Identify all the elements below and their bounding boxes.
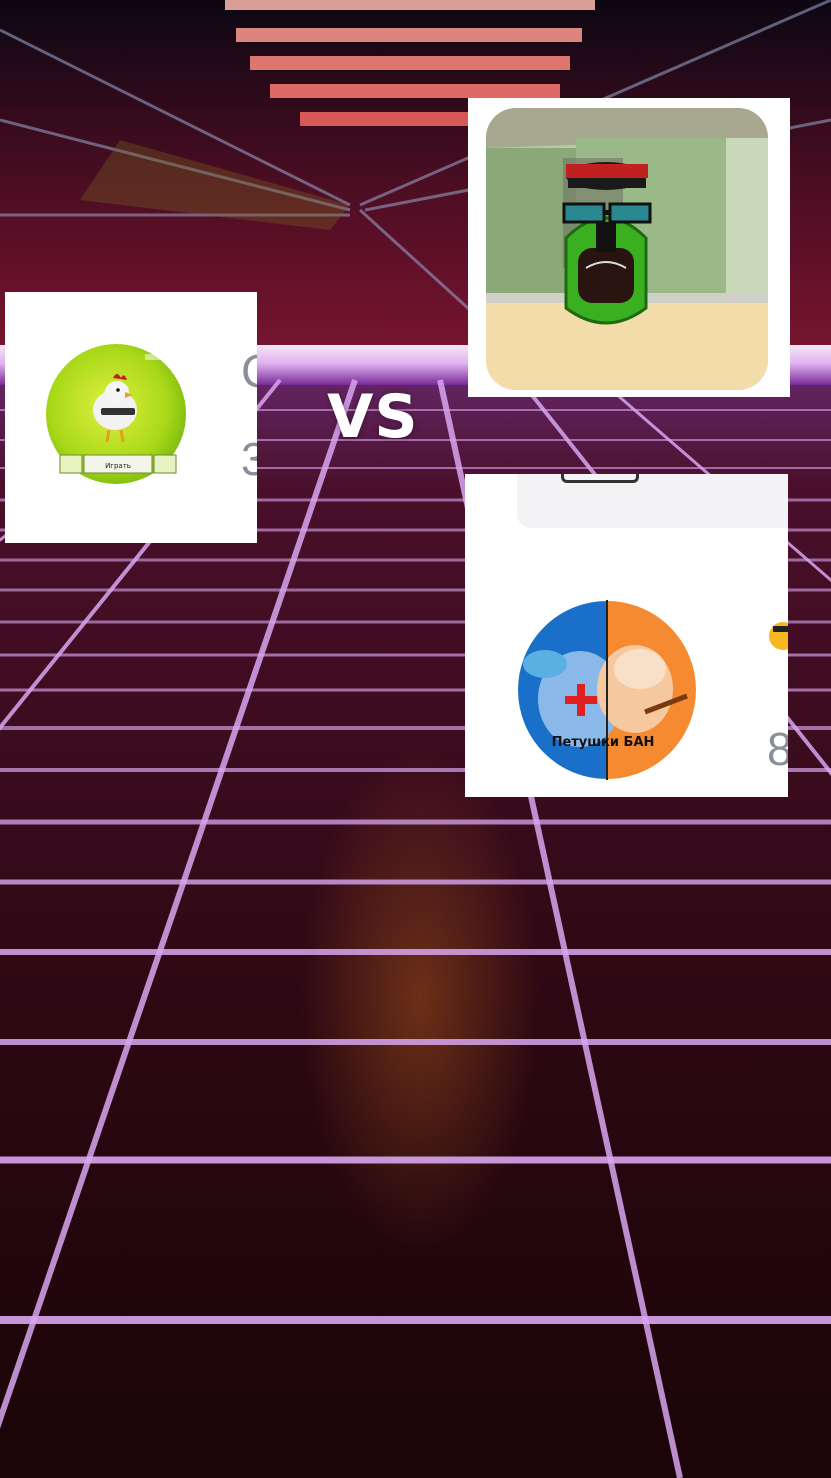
- left-card-peek-title: C: [241, 344, 257, 398]
- left-game-card[interactable]: Играть C 3: [5, 292, 257, 543]
- play-button-label: Играть: [105, 462, 131, 470]
- team-logo-icon: Петушки БАН: [516, 599, 788, 781]
- chicken-gun-icon: Играть: [46, 344, 186, 484]
- team-logo-text: Петушки БАН: [552, 735, 655, 750]
- room-creature-game-icon: [486, 108, 768, 390]
- left-card-peek-number: 3: [241, 433, 257, 485]
- bottom-right-team-card[interactable]: Петушки БАН 8: [465, 474, 788, 797]
- bottom-right-peek-number: 8: [767, 723, 788, 775]
- vs-label: VS: [327, 382, 419, 452]
- top-right-game-card[interactable]: [468, 98, 790, 397]
